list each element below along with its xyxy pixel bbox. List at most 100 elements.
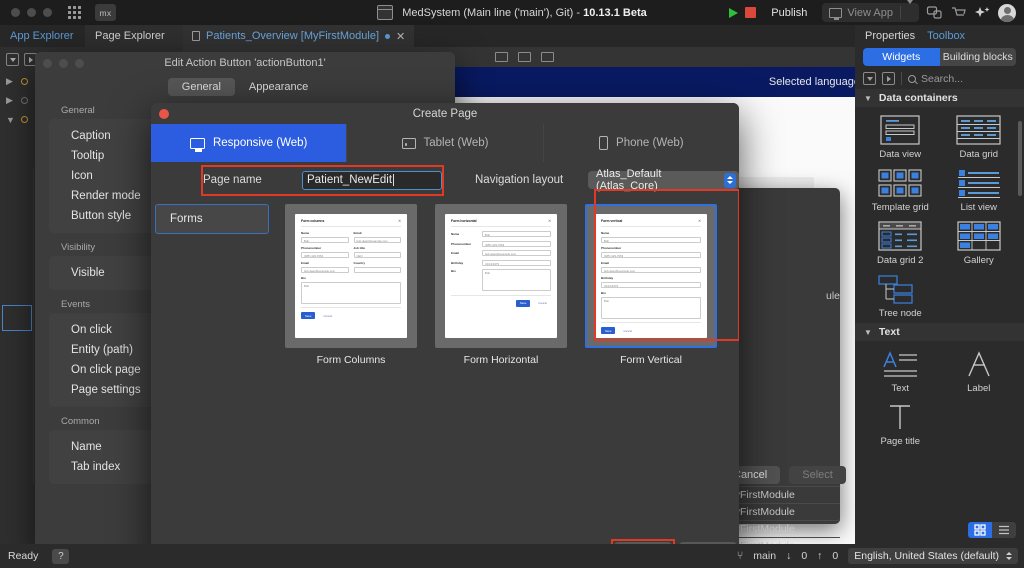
sparkle-icon[interactable] <box>974 5 991 20</box>
branch-name[interactable]: main <box>753 550 776 562</box>
section-header-text[interactable]: ▼ Text <box>855 323 1024 341</box>
run-icon[interactable] <box>729 8 738 18</box>
chevron-down-icon <box>907 0 913 21</box>
list-view-button[interactable] <box>992 522 1016 538</box>
widget-gallery[interactable]: Gallery <box>940 221 1019 266</box>
template-thumbnail: Form horizontal✕ NameBob Phonenumber(485… <box>435 204 567 348</box>
module-icon <box>21 97 28 104</box>
mini-cancel-button: Cancel <box>619 327 636 334</box>
cart-icon[interactable] <box>950 5 967 20</box>
toolbox-scrollbar[interactable] <box>1018 121 1022 196</box>
template-card-form-vertical[interactable]: Form vertical✕ NameBob Phonenumber(485) … <box>585 204 717 498</box>
data-grid-2-icon <box>878 221 922 251</box>
template-thumbnail: Form vertical✕ NameBob Phonenumber(485) … <box>585 204 717 348</box>
tab-phone-web[interactable]: Phone (Web) <box>544 124 739 162</box>
mini-save-button: Save <box>301 312 315 319</box>
widget-data-grid[interactable]: Data grid <box>940 115 1019 160</box>
mini-field-input: (485) 423-7063 <box>301 252 349 258</box>
project-name: MedSystem (Main line ('main'), Git) - <box>402 7 583 19</box>
mini-field-input: (485) 423-7063 <box>482 241 551 247</box>
view-app-dropdown-button[interactable] <box>901 4 919 22</box>
calendar-icon[interactable] <box>377 5 393 20</box>
widget-text[interactable]: Text <box>861 349 940 394</box>
divider <box>601 322 701 323</box>
mini-header-title: Form vertical <box>601 219 622 223</box>
widget-label: Tree node <box>879 308 922 319</box>
background-select-button[interactable]: Select <box>789 466 846 484</box>
mini-buttons: Save Cancel <box>601 327 701 334</box>
collapse-all-icon[interactable] <box>863 72 876 85</box>
mini-field-input: bob.dean@example.com <box>601 267 701 273</box>
widget-list-view[interactable]: List view <box>940 168 1019 213</box>
widget-template-grid[interactable]: Template grid <box>861 168 940 213</box>
tab-page-explorer[interactable]: Page Explorer <box>85 25 183 47</box>
outgoing-count: 0 <box>832 550 838 562</box>
widget-label-widget[interactable]: Label <box>940 349 1019 394</box>
tab-toolbox[interactable]: Toolbox <box>927 30 965 42</box>
collapse-all-icon[interactable] <box>6 53 19 66</box>
mini-field-row: Emailbob.dean@example.com Country <box>301 261 401 276</box>
widget-page-title[interactable]: Page title <box>861 402 940 447</box>
close-icon[interactable]: ✕ <box>396 30 405 43</box>
mini-field-row: Birthday31/12/1979 <box>451 260 551 266</box>
section-header-data-containers[interactable]: ▼ Data containers <box>855 89 1024 107</box>
segment-widgets[interactable]: Widgets <box>863 48 940 66</box>
widget-data-grid-2[interactable]: Data grid 2 <box>861 221 940 266</box>
segment-building-blocks[interactable]: Building blocks <box>940 48 1017 66</box>
mini-save-button: Save <box>516 300 530 307</box>
widget-label: Text <box>892 383 909 394</box>
document-tab-patients-overview[interactable]: Patients_Overview [MyFirstModule] ✕ <box>183 25 414 47</box>
widget-tree-node[interactable]: Tree node <box>861 274 940 319</box>
mini-bio-input: Bob <box>482 269 551 291</box>
page-name-input[interactable]: Patient_NewEdit <box>302 171 442 190</box>
grid-view-button[interactable] <box>968 522 992 538</box>
category-forms[interactable]: Forms <box>155 204 269 234</box>
avatar[interactable] <box>998 4 1016 22</box>
view-app-label: View App <box>847 7 893 19</box>
widget-label: Data grid <box>959 149 998 160</box>
mini-close-icon: ✕ <box>698 219 701 223</box>
language-select[interactable]: English, United States (default) <box>848 548 1018 564</box>
module-icon <box>21 78 28 85</box>
tab-app-explorer[interactable]: App Explorer <box>0 25 84 47</box>
canvas-tool-icon[interactable] <box>495 52 508 62</box>
divider <box>301 226 401 227</box>
canvas-tool-icon[interactable] <box>541 52 554 62</box>
expand-all-icon[interactable] <box>882 72 895 85</box>
tab-tablet-web-label: Tablet (Web) <box>424 137 489 149</box>
app-window: mx MedSystem (Main line ('main'), Git) -… <box>0 0 1024 568</box>
publish-button[interactable]: Publish <box>763 4 815 22</box>
toolbox-view-toggle <box>968 522 1016 538</box>
mini-header-title: Form columns <box>301 219 324 223</box>
template-card-form-horizontal[interactable]: Form horizontal✕ NameBob Phonenumber(485… <box>435 204 567 498</box>
mini-field-input: 31/12/1979 <box>482 260 551 266</box>
template-category-list: Forms <box>151 198 273 498</box>
mini-field-label: Phonenumber <box>301 246 349 250</box>
devices-icon[interactable] <box>926 5 943 20</box>
page-name-row: Page name Patient_NewEdit Navigation lay… <box>151 162 739 198</box>
template-card-form-columns[interactable]: Form columns✕ NameBob Emailbob.dean@exam… <box>285 204 417 498</box>
mini-field-input: bob.dean@example.com <box>354 237 402 243</box>
stop-icon[interactable] <box>745 7 756 18</box>
monitor-icon <box>829 8 842 18</box>
status-bar: Ready ? ⑂ main ↓ 0 ↑ 0 English, United S… <box>0 544 1024 568</box>
tab-responsive-web[interactable]: Responsive (Web) <box>151 124 347 162</box>
tab-properties[interactable]: Properties <box>865 30 915 42</box>
toolbox-tabs: Properties Toolbox <box>855 25 1024 42</box>
help-button[interactable]: ? <box>52 549 69 564</box>
mini-field-input: 31/12/1979 <box>601 282 701 288</box>
canvas-tool-icon[interactable] <box>518 52 531 62</box>
tab-appearance[interactable]: Appearance <box>235 78 322 96</box>
search-input[interactable]: Search... <box>908 73 963 85</box>
widget-data-view[interactable]: Data view <box>861 115 940 160</box>
chevron-down-icon: ▼ <box>6 115 14 125</box>
nav-layout-select[interactable]: Atlas_Default (Atlas_Core) <box>588 171 739 189</box>
view-app-button[interactable]: View App <box>822 7 900 19</box>
mini-bio-label: Bio <box>451 269 477 273</box>
mini-field-row: NameBob <box>451 231 551 237</box>
mini-field-label: Email <box>301 261 349 265</box>
tab-general[interactable]: General <box>168 78 235 96</box>
edit-dialog-titlebar: Edit Action Button 'actionButton1' <box>35 52 455 74</box>
tab-tablet-web[interactable]: Tablet (Web) <box>347 124 543 162</box>
mini-field-row: Phonenumber(485) 423-7063 <box>451 241 551 247</box>
